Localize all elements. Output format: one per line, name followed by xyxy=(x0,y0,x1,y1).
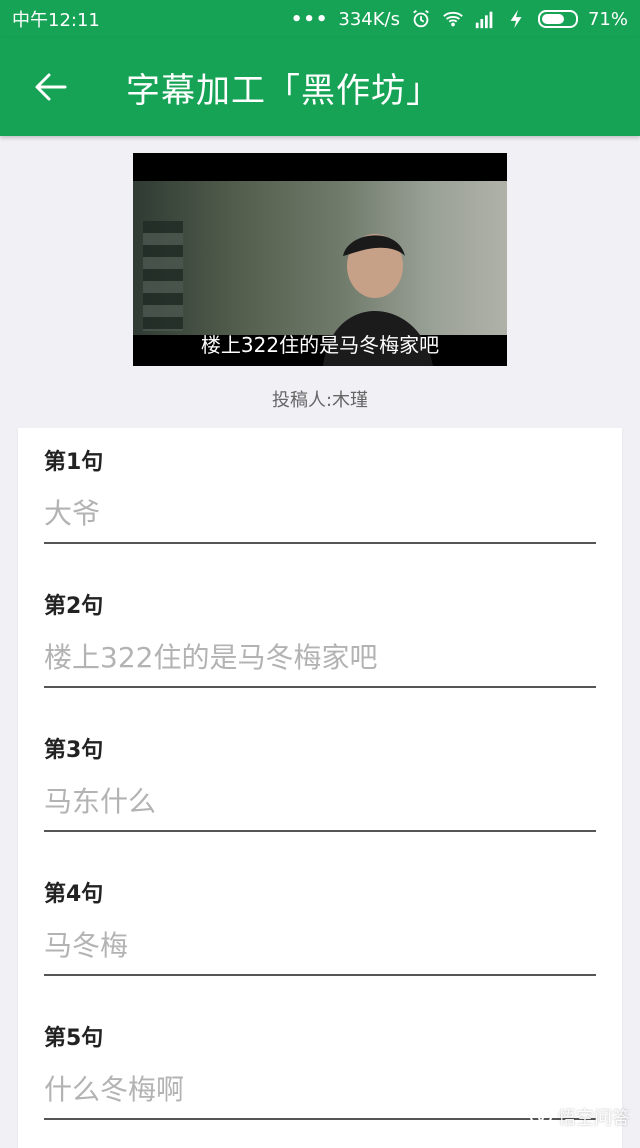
background-window xyxy=(143,221,183,331)
line-item-5: 第5句 xyxy=(44,1024,596,1120)
video-thumbnail[interactable]: 楼上322住的是马冬梅家吧 xyxy=(133,153,507,366)
line-input-5[interactable] xyxy=(44,1066,596,1120)
line-item-4: 第4句 xyxy=(44,880,596,976)
line-input-1[interactable] xyxy=(44,490,596,544)
watermark-text: 悟空问答 xyxy=(558,1104,630,1130)
video-subtitle: 楼上322住的是马冬梅家吧 xyxy=(133,329,507,358)
signal-icon xyxy=(474,8,496,30)
video-scene xyxy=(133,181,507,335)
line-label: 第2句 xyxy=(44,592,596,622)
line-input-3[interactable] xyxy=(44,778,596,832)
status-dots: ••• xyxy=(291,9,329,30)
back-button[interactable] xyxy=(22,58,80,116)
status-time: 中午12:11 xyxy=(12,6,100,32)
line-item-3: 第3句 xyxy=(44,736,596,832)
status-bar: 中午12:11 ••• 334K/s 71% xyxy=(0,0,640,38)
watermark-logo-icon xyxy=(530,1108,552,1126)
line-input-2[interactable] xyxy=(44,634,596,688)
arrow-left-icon xyxy=(31,67,71,107)
battery-fill xyxy=(542,14,564,24)
charging-bolt-icon xyxy=(506,8,528,30)
battery-percent: 71% xyxy=(588,9,628,30)
page-title: 字幕加工「黑作坊」 xyxy=(126,63,441,112)
subtitle-form-card: 第1句 第2句 第3句 第4句 第5句 xyxy=(18,428,622,1148)
line-input-4[interactable] xyxy=(44,922,596,976)
wifi-icon xyxy=(442,8,464,30)
status-right: ••• 334K/s 71% xyxy=(291,8,628,30)
line-label: 第4句 xyxy=(44,880,596,910)
battery-icon xyxy=(538,10,578,28)
app-bar: 字幕加工「黑作坊」 xyxy=(0,38,640,136)
line-item-2: 第2句 xyxy=(44,592,596,688)
network-speed: 334K/s xyxy=(338,9,400,30)
status-left: 中午12:11 xyxy=(12,6,100,32)
alarm-icon xyxy=(410,8,432,30)
line-label: 第1句 xyxy=(44,448,596,478)
line-item-1: 第1句 xyxy=(44,448,596,544)
submitter-label: 投稿人:木瑾 xyxy=(0,386,640,412)
line-label: 第3句 xyxy=(44,736,596,766)
watermark: 悟空问答 xyxy=(530,1104,630,1130)
line-label: 第5句 xyxy=(44,1024,596,1054)
